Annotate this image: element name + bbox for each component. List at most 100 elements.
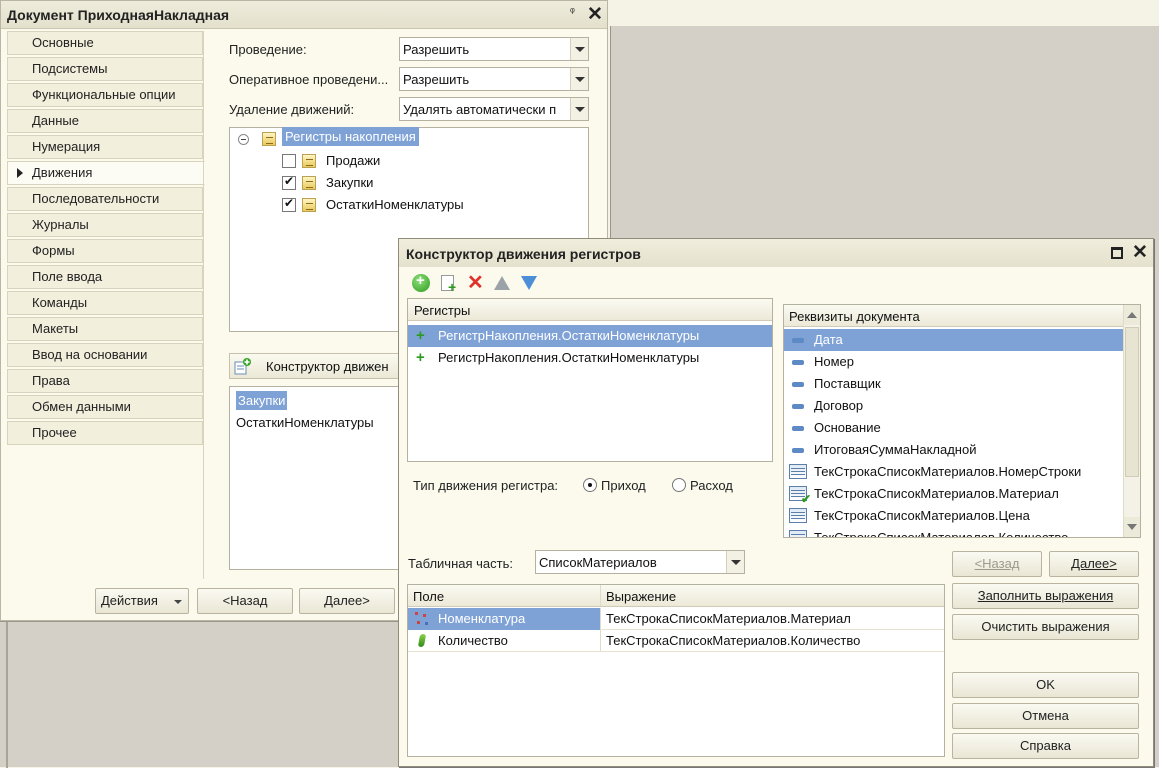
attribute-row[interactable]: ТекСтрокаСписокМатериалов.Материал bbox=[784, 483, 1123, 506]
attribute-row[interactable]: ИтоговаяСуммаНакладной bbox=[784, 439, 1123, 461]
radio-income-label[interactable]: Приход bbox=[601, 478, 646, 493]
back-button[interactable]: <Назад bbox=[952, 551, 1042, 577]
move-down-icon[interactable] bbox=[521, 276, 537, 290]
posting-select[interactable]: Разрешить bbox=[399, 37, 589, 61]
table-part-select[interactable]: СписокМатериалов bbox=[535, 550, 745, 574]
clear-expressions-label: Очистить выражения bbox=[981, 619, 1110, 634]
scroll-up-icon[interactable] bbox=[1124, 305, 1140, 325]
attribute-row[interactable]: Договор bbox=[784, 395, 1123, 417]
scroll-thumb[interactable] bbox=[1125, 327, 1139, 477]
nav-item-journals[interactable]: Журналы bbox=[7, 213, 203, 237]
cancel-button-label: Отмена bbox=[1022, 708, 1069, 723]
arrow-right-icon bbox=[17, 168, 23, 178]
maximize-icon[interactable] bbox=[1111, 247, 1123, 259]
nav-item-label: Поле ввода bbox=[32, 269, 103, 284]
radio-expense-label[interactable]: Расход bbox=[690, 478, 733, 493]
register-row[interactable]: + РегистрНакопления.ОстаткиНоменклатуры bbox=[408, 347, 772, 369]
checkbox-stock-balances[interactable] bbox=[282, 196, 296, 212]
attribute-icon bbox=[792, 382, 804, 387]
fill-expressions-label: Заполнить выражения bbox=[977, 588, 1114, 603]
checkbox-purchases[interactable] bbox=[282, 174, 296, 190]
add-icon[interactable] bbox=[412, 272, 430, 292]
help-button[interactable]: Справка bbox=[952, 733, 1139, 759]
nav-item-rights[interactable]: Права bbox=[7, 369, 203, 393]
clear-expressions-button[interactable]: Очистить выражения bbox=[952, 614, 1139, 640]
attribute-row[interactable]: ТекСтрокаСписокМатериалов.Количество bbox=[784, 527, 1123, 537]
nav-item-functional-options[interactable]: Функциональные опции bbox=[7, 83, 203, 107]
next-button-label: Далее> bbox=[324, 593, 370, 608]
help-button-label: Справка bbox=[1020, 738, 1071, 753]
nav-item-basic[interactable]: Основные bbox=[7, 31, 203, 55]
nav-item-numbering[interactable]: Нумерация bbox=[7, 135, 203, 159]
chevron-down-icon[interactable] bbox=[570, 38, 588, 60]
checkbox-sales[interactable] bbox=[282, 154, 296, 168]
attribute-row[interactable]: Основание bbox=[784, 417, 1123, 439]
nav-item-data-exchange[interactable]: Обмен данными bbox=[7, 395, 203, 419]
list-item[interactable]: ОстаткиНоменклатуры bbox=[236, 415, 374, 430]
nav-item-label: Права bbox=[32, 373, 70, 388]
document-attributes-rows: Дата Номер Поставщик Договор Основание И… bbox=[784, 329, 1123, 537]
constructor-window: Конструктор движения регистров ✕ ✕ Регис… bbox=[398, 238, 1154, 767]
chevron-down-icon[interactable] bbox=[570, 68, 588, 90]
close-icon[interactable]: ✕ bbox=[587, 3, 603, 26]
tree-item-stock-balances[interactable]: ОстаткиНоменклатуры bbox=[326, 197, 464, 217]
nav-item-input-field[interactable]: Поле ввода bbox=[7, 265, 203, 289]
close-icon[interactable]: ✕ bbox=[1132, 241, 1148, 264]
nav-item-movements[interactable]: Движения bbox=[7, 161, 205, 185]
register-row[interactable]: + РегистрНакопления.ОстаткиНоменклатуры bbox=[408, 325, 772, 347]
chevron-down-icon[interactable] bbox=[570, 98, 588, 120]
delete-moves-select[interactable]: Удалять автоматически п bbox=[399, 97, 589, 121]
list-item[interactable]: Закупки bbox=[236, 391, 288, 410]
back-button[interactable]: <Назад bbox=[197, 588, 293, 614]
nav-item-subsystems[interactable]: Подсистемы bbox=[7, 57, 203, 81]
copy-icon[interactable] bbox=[441, 275, 456, 295]
document-window-title: Документ ПриходнаяНакладная bbox=[7, 7, 230, 23]
constructor-window-titlebar: Конструктор движения регистров ✕ bbox=[399, 239, 1153, 267]
nav-item-input-by-basis[interactable]: Ввод на основании bbox=[7, 343, 203, 367]
pin-icon[interactable]: ᵠ bbox=[570, 6, 575, 18]
next-button[interactable]: Далее> bbox=[1049, 551, 1139, 577]
attribute-row[interactable]: Дата bbox=[784, 329, 1123, 351]
nav-item-forms[interactable]: Формы bbox=[7, 239, 203, 263]
ok-button[interactable]: OK bbox=[952, 672, 1139, 698]
table-row[interactable]: Количество ТекСтрокаСписокМатериалов.Кол… bbox=[408, 630, 944, 652]
actions-button[interactable]: Действия bbox=[95, 588, 189, 614]
nav-item-commands[interactable]: Команды bbox=[7, 291, 203, 315]
tree-item-label: Закупки bbox=[326, 175, 374, 190]
attributes-scrollbar[interactable] bbox=[1123, 305, 1140, 537]
column-separator bbox=[600, 585, 601, 606]
accumulation-register-icon bbox=[262, 132, 276, 146]
nav-item-label: Данные bbox=[32, 113, 79, 128]
ok-button-label: OK bbox=[1036, 677, 1055, 692]
attribute-row[interactable]: ТекСтрокаСписокМатериалов.Цена bbox=[784, 505, 1123, 527]
tree-item-purchases[interactable]: Закупки bbox=[326, 175, 373, 195]
attribute-row[interactable]: ТекСтрокаСписокМатериалов.НомерСтроки bbox=[784, 461, 1123, 483]
delete-icon[interactable]: ✕ bbox=[467, 273, 485, 293]
radio-income[interactable] bbox=[583, 478, 597, 492]
tree-root[interactable]: Регистры накопления bbox=[282, 127, 419, 149]
tree-item-sales[interactable]: Продажи bbox=[326, 153, 380, 173]
nav-item-label: Подсистемы bbox=[32, 61, 108, 76]
scroll-down-icon[interactable] bbox=[1124, 517, 1140, 537]
cancel-button[interactable]: Отмена bbox=[952, 703, 1139, 729]
move-up-icon[interactable] bbox=[494, 276, 510, 290]
table-icon bbox=[789, 530, 807, 537]
nav-item-other[interactable]: Прочее bbox=[7, 421, 203, 445]
nav-item-templates[interactable]: Макеты bbox=[7, 317, 203, 341]
online-posting-select[interactable]: Разрешить bbox=[399, 67, 589, 91]
register-row-label: РегистрНакопления.ОстаткиНоменклатуры bbox=[438, 350, 700, 365]
column-separator bbox=[600, 630, 601, 651]
collapse-icon[interactable] bbox=[238, 134, 249, 145]
table-row[interactable]: Номенклатура ТекСтрокаСписокМатериалов.М… bbox=[408, 608, 944, 630]
register-row-label: РегистрНакопления.ОстаткиНоменклатуры bbox=[438, 328, 700, 343]
next-button[interactable]: Далее> bbox=[299, 588, 395, 614]
nav-item-sequences[interactable]: Последовательности bbox=[7, 187, 203, 211]
attribute-row[interactable]: Номер bbox=[784, 351, 1123, 373]
nav-item-label: Функциональные опции bbox=[32, 87, 176, 102]
attribute-row[interactable]: Поставщик bbox=[784, 373, 1123, 395]
nav-item-data[interactable]: Данные bbox=[7, 109, 203, 133]
chevron-down-icon[interactable] bbox=[726, 551, 744, 573]
document-attributes-header: Реквизиты документа bbox=[784, 305, 1140, 327]
radio-expense[interactable] bbox=[672, 478, 686, 492]
fill-expressions-button[interactable]: Заполнить выражения bbox=[952, 583, 1139, 609]
